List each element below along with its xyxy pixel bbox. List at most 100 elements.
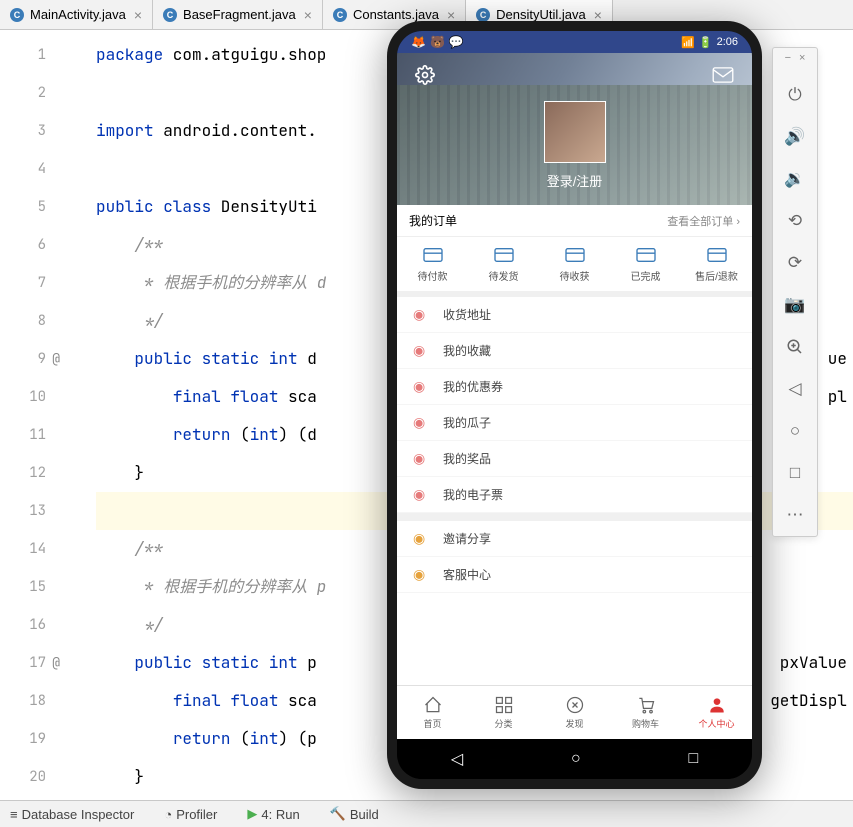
order-icon <box>564 246 586 264</box>
profiler-button[interactable]: ◔ Profiler <box>164 807 217 822</box>
menu-item[interactable]: ◉我的瓜子 <box>397 405 752 441</box>
run-label: 4: Run <box>261 807 299 822</box>
order-icon <box>422 246 444 264</box>
order-icon <box>635 246 657 264</box>
avatar[interactable] <box>544 101 606 163</box>
line-number: 5 <box>0 188 56 226</box>
editor-tab[interactable]: CBaseFragment.java× <box>153 0 323 29</box>
profiler-icon: ◔ <box>164 807 172 822</box>
nav-icon <box>494 695 514 715</box>
line-number: 20 <box>0 758 56 796</box>
order-status-tab[interactable]: 待发货 <box>468 237 539 291</box>
tab-label: Constants.java <box>353 7 439 22</box>
signal-icon: 📶 <box>681 36 695 49</box>
nav-label: 个人中心 <box>698 717 734 730</box>
power-icon[interactable]: ⏻ <box>779 80 811 110</box>
build-icon: 🔨 <box>330 806 346 822</box>
menu-item[interactable]: ◉我的收藏 <box>397 333 752 369</box>
orders-title: 我的订单 <box>409 212 457 229</box>
close-icon[interactable]: × <box>134 7 142 23</box>
line-number: 2 <box>0 74 56 112</box>
close-icon[interactable]: × <box>304 7 312 23</box>
camera-icon[interactable]: 📷 <box>779 290 811 320</box>
login-link[interactable]: 登录/注册 <box>397 171 752 190</box>
volume-up-icon[interactable]: 🔊 <box>779 122 811 152</box>
line-number: 1 <box>0 36 56 74</box>
nav-item[interactable]: 分类 <box>468 686 539 739</box>
menu-item[interactable]: ◉我的电子票 <box>397 477 752 513</box>
menu-label: 我的电子票 <box>443 486 503 503</box>
view-all-orders-link[interactable]: 查看全部订单 › <box>667 213 740 229</box>
bottom-navigation: 首页 分类 发现 购物车 个人中心 <box>397 685 752 739</box>
home-button[interactable]: ○ <box>571 750 581 768</box>
emu-minimize-button[interactable]: − <box>785 52 791 64</box>
rotate-right-icon[interactable]: ⟳ <box>779 248 811 278</box>
back-button[interactable]: ◁ <box>451 749 463 769</box>
emulator-frame: 🦊 🐻 💬 📶 🔋 2:06 登录/注册 <box>387 21 762 789</box>
menu-label: 我的收藏 <box>443 342 491 359</box>
run-icon: ▶ <box>247 806 257 822</box>
line-number: 13 <box>0 492 56 530</box>
file-icon: C <box>476 8 490 22</box>
nav-item[interactable]: 首页 <box>397 686 468 739</box>
nav-label: 购物车 <box>632 717 659 730</box>
header-toolbar <box>397 61 752 89</box>
nav-label: 发现 <box>565 717 583 730</box>
build-button[interactable]: 🔨 Build <box>330 806 379 822</box>
line-number: 12 <box>0 454 56 492</box>
order-status-tab[interactable]: 已完成 <box>610 237 681 291</box>
home-icon[interactable]: ○ <box>779 416 811 446</box>
run-button[interactable]: ▶ 4: Run <box>247 806 299 822</box>
settings-icon[interactable] <box>415 65 435 85</box>
status-right: 📶 🔋 2:06 <box>681 36 738 49</box>
recents-button[interactable]: □ <box>688 750 698 768</box>
bottom-toolbar: ≡ Database Inspector ◔ Profiler ▶ 4: Run… <box>0 800 853 827</box>
nav-item[interactable]: 购物车 <box>610 686 681 739</box>
line-number: 15 <box>0 568 56 606</box>
menu-item[interactable]: ◉收货地址 <box>397 297 752 333</box>
emulator-control-panel: − × ⏻ 🔊 🔉 ⟲ ⟳ 📷 ◁ ○ □ ⋯ <box>772 47 818 537</box>
status-left: 🦊 🐻 💬 <box>411 35 464 49</box>
nav-icon <box>707 695 727 715</box>
rotate-left-icon[interactable]: ⟲ <box>779 206 811 236</box>
menu-item[interactable]: ◉我的奖品 <box>397 441 752 477</box>
back-icon[interactable]: ◁ <box>779 374 811 404</box>
section-gap <box>397 513 752 521</box>
phone-screen: 🦊 🐻 💬 📶 🔋 2:06 登录/注册 <box>397 31 752 779</box>
line-number: 17@ <box>0 644 56 682</box>
menu-label: 收货地址 <box>443 306 491 323</box>
code-fragment: pl <box>828 378 847 416</box>
menu-label: 我的优惠券 <box>443 378 503 395</box>
volume-down-icon[interactable]: 🔉 <box>779 164 811 194</box>
nav-label: 分类 <box>494 717 512 730</box>
ticket-icon: ◉ <box>413 378 433 395</box>
overview-icon[interactable]: □ <box>779 458 811 488</box>
code-fragment: ue <box>828 340 847 378</box>
nav-item[interactable]: 发现 <box>539 686 610 739</box>
database-inspector-button[interactable]: ≡ Database Inspector <box>10 807 134 822</box>
mail-icon[interactable] <box>712 67 734 83</box>
line-number: 4 <box>0 150 56 188</box>
editor-tab[interactable]: CMainActivity.java× <box>0 0 153 29</box>
nav-label: 首页 <box>423 717 441 730</box>
order-status-tab[interactable]: 售后/退款 <box>681 237 752 291</box>
order-label: 售后/退款 <box>695 268 738 283</box>
line-number: 18 <box>0 682 56 720</box>
menu-item[interactable]: ◉邀请分享 <box>397 521 752 557</box>
more-icon[interactable]: ⋯ <box>779 500 811 530</box>
line-number: 8 <box>0 302 56 340</box>
code-fragment: pxValue <box>780 644 847 682</box>
menu-item[interactable]: ◉客服中心 <box>397 557 752 593</box>
emu-close-button[interactable]: × <box>799 52 805 64</box>
nav-item[interactable]: 个人中心 <box>681 686 752 739</box>
android-nav-bar: ◁ ○ □ <box>397 739 752 779</box>
line-number: 10 <box>0 378 56 416</box>
menu-item[interactable]: ◉ 我的优惠券 <box>397 369 752 405</box>
zoom-in-icon[interactable] <box>779 332 811 362</box>
nav-icon <box>565 695 585 715</box>
android-status-bar: 🦊 🐻 💬 📶 🔋 2:06 <box>397 31 752 53</box>
order-status-tab[interactable]: 待付款 <box>397 237 468 291</box>
order-status-tab[interactable]: 待收获 <box>539 237 610 291</box>
gift-icon: ◉ <box>413 450 433 467</box>
tab-label: BaseFragment.java <box>183 7 296 22</box>
